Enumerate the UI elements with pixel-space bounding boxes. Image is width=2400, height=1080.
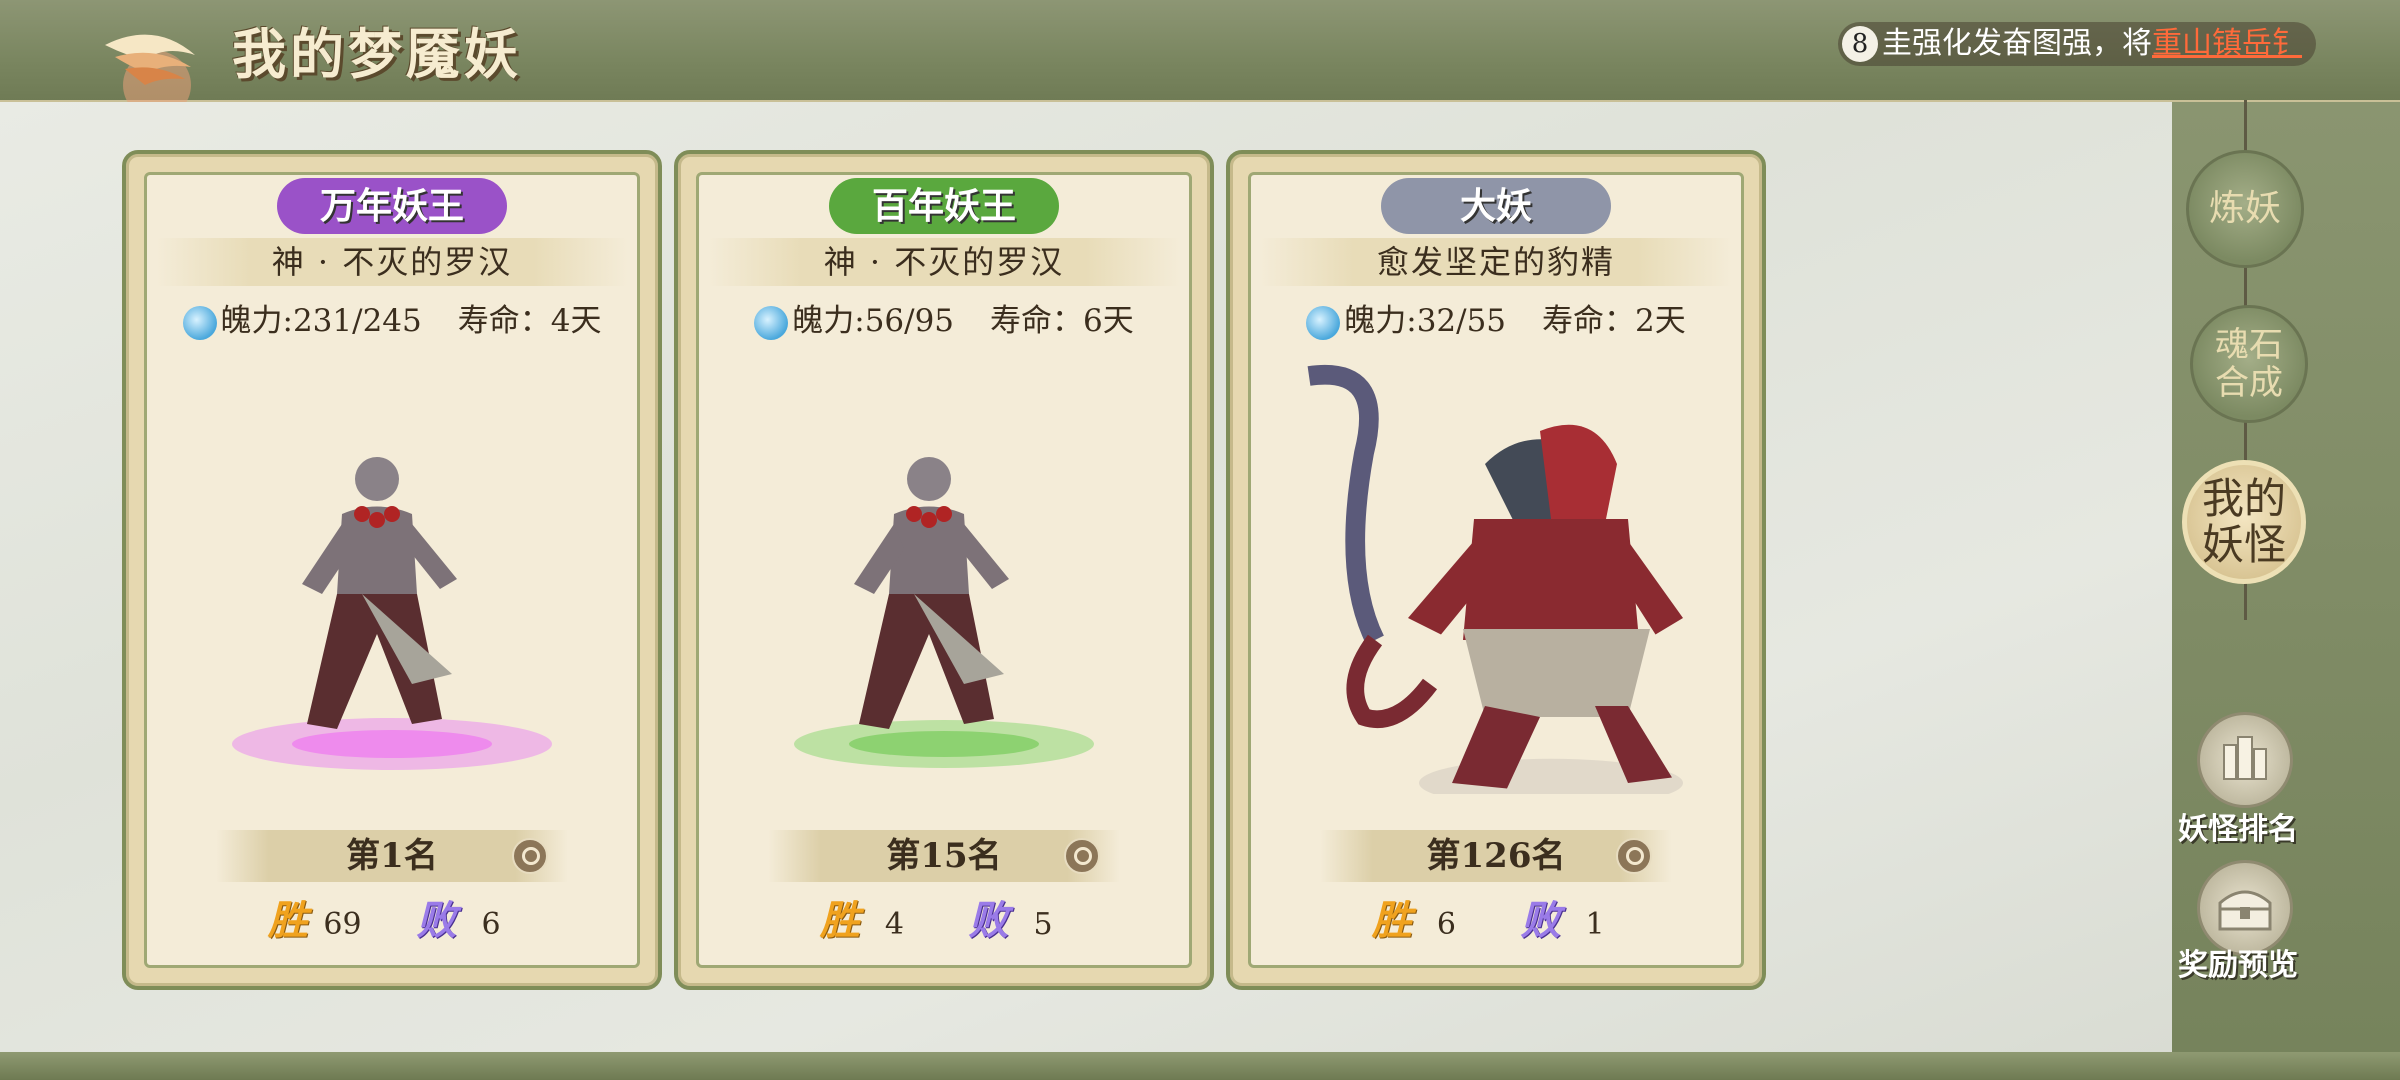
announcement-marquee[interactable]: 8 圭强化发奋图强，将重山镇岳钅 — [1838, 22, 2316, 66]
rank-text: 第1名 — [346, 836, 438, 876]
monster-name: 愈发坚定的豹精 — [1260, 238, 1732, 286]
loss-label: 败 — [968, 897, 1009, 944]
ranking-bar[interactable]: 第126名 — [1320, 830, 1672, 882]
lifespan-value: 2天 — [1635, 303, 1686, 339]
lifespan-value: 6天 — [1083, 303, 1134, 339]
tab-refine-monster-label: 炼妖 — [2208, 188, 2281, 229]
top-bar: 我的梦魇妖 8 圭强化发奋图强，将重山镇岳钅 — [0, 0, 2400, 115]
monk-warrior-figure — [232, 457, 552, 770]
bottom-strip — [0, 1052, 2400, 1080]
win-count: 6 — [1436, 907, 1456, 942]
soul-power-value: 231/245 — [292, 303, 422, 339]
monk-warrior-figure — [794, 457, 1094, 768]
ranking-bar[interactable]: 第1名 — [216, 830, 568, 882]
page-title: 我的梦魇妖 — [232, 22, 522, 86]
leopard-demon-figure — [1307, 364, 1683, 794]
win-loss-record: 胜 69 败 6 — [126, 896, 658, 946]
tier-badge: 大妖 — [1381, 178, 1611, 234]
announcement-count-badge: 8 — [1842, 26, 1878, 62]
tab-soulstone-synthesis-label: 魂石 合成 — [2215, 326, 2283, 402]
monster-card[interactable]: 大妖 愈发坚定的豹精 魄力:32/55 寿命：2天 第126名 胜 6 败 1 — [1226, 150, 1766, 990]
tab-my-monsters-label: 我的 妖怪 — [2202, 476, 2286, 568]
loss-count: 1 — [1585, 907, 1605, 942]
loss-count: 5 — [1033, 907, 1053, 942]
lifespan-value: 4天 — [550, 303, 602, 339]
leaf-emblem-icon — [105, 34, 195, 115]
loss-label: 败 — [416, 897, 457, 944]
soul-power-value: 56/95 — [864, 303, 955, 339]
win-count: 69 — [323, 907, 362, 942]
tab-soulstone-synthesis[interactable]: 魂石 合成 — [2190, 305, 2308, 423]
monster-stats: 魄力:231/245 寿命：4天 — [126, 298, 658, 344]
magnifier-icon[interactable] — [1064, 838, 1100, 874]
monster-stats: 魄力:56/95 寿命：6天 — [678, 298, 1210, 344]
monster-card[interactable]: 百年妖王 神 · 不灭的罗汉 魄力:56/95 寿命：6天 第15名 胜 4 败 … — [674, 150, 1214, 990]
lifespan-label: 寿命： — [1542, 303, 1636, 339]
tab-my-monsters-line2: 妖怪 — [2201, 520, 2286, 569]
ranking-icon[interactable] — [2197, 712, 2293, 808]
monster-stats: 魄力:32/55 寿命：2天 — [1230, 298, 1762, 344]
tier-badge: 万年妖王 — [277, 178, 507, 234]
announcement-link[interactable]: 重山镇岳钅 — [2152, 26, 2302, 61]
ranking-bar[interactable]: 第15名 — [768, 830, 1120, 882]
soul-power-label: 魄力: — [1344, 303, 1417, 339]
soul-power-icon — [754, 305, 789, 340]
lifespan-label: 寿命： — [990, 303, 1084, 339]
loss-count: 6 — [481, 907, 501, 942]
rank-text: 第126名 — [1426, 836, 1566, 876]
loss-label: 败 — [1520, 897, 1561, 944]
win-loss-record: 胜 6 败 1 — [1230, 896, 1762, 946]
win-label: 胜 — [819, 897, 860, 944]
win-loss-record: 胜 4 败 5 — [678, 896, 1210, 946]
magnifier-icon[interactable] — [512, 838, 548, 874]
soul-power-label: 魄力: — [792, 303, 865, 339]
monster-name: 神 · 不灭的罗汉 — [156, 238, 628, 286]
rank-text: 第15名 — [886, 836, 1002, 876]
monster-card[interactable]: 万年妖王 神 · 不灭的罗汉 魄力:231/245 寿命：4天 第1名 胜 69 … — [122, 150, 662, 990]
announcement-text: 圭强化发奋图强，将 — [1882, 26, 2152, 61]
tab-my-monsters-line1: 我的 — [2201, 474, 2286, 523]
reward-preview-label[interactable]: 奖励预览 — [2178, 940, 2298, 984]
ranking-label[interactable]: 妖怪排名 — [2178, 804, 2298, 848]
soul-power-icon — [182, 305, 217, 340]
monster-name: 神 · 不灭的罗汉 — [708, 238, 1180, 286]
tab-refine-monster[interactable]: 炼妖 — [2186, 150, 2304, 268]
tab-soulstone-line1: 魂石 — [2215, 325, 2283, 365]
win-count: 4 — [884, 907, 904, 942]
tab-my-monsters[interactable]: 我的 妖怪 — [2182, 460, 2306, 584]
soul-power-label: 魄力: — [220, 303, 293, 339]
magnifier-icon[interactable] — [1616, 838, 1652, 874]
lifespan-label: 寿命： — [457, 303, 551, 339]
soul-power-icon — [1306, 305, 1341, 340]
win-label: 胜 — [1371, 897, 1412, 944]
win-label: 胜 — [267, 897, 308, 944]
tab-soulstone-line2: 合成 — [2215, 363, 2283, 403]
tier-badge: 百年妖王 — [829, 178, 1059, 234]
soul-power-value: 32/55 — [1416, 303, 1507, 339]
ranking-books-icon — [2223, 736, 2267, 780]
